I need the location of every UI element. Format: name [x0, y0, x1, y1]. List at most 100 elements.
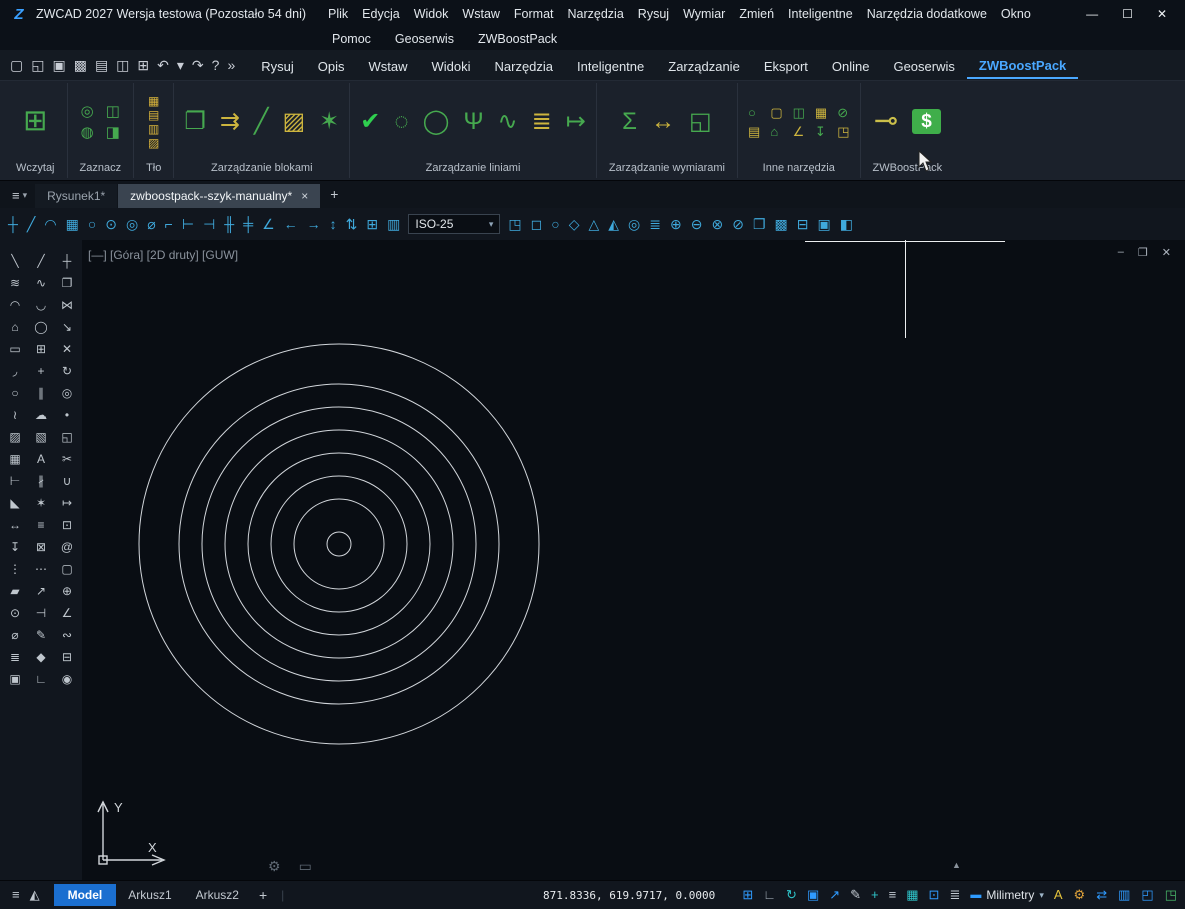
slice-icon[interactable]: ⊘ [732, 216, 744, 233]
settings-gear-icon[interactable]: ⚙ [1074, 887, 1086, 903]
multiline-tool-icon[interactable]: ≋ [2, 272, 28, 294]
print-icon[interactable]: ▤ [95, 57, 108, 74]
close-tab-icon[interactable]: × [301, 189, 308, 203]
dynamic-ucs-toggle[interactable]: ↗ [829, 887, 840, 903]
drawing-tabs-menu[interactable]: ≡▾ [4, 188, 35, 208]
polygon-tool-icon[interactable]: ⌂ [2, 316, 28, 338]
dim-angular-tool-icon[interactable]: ∠ [54, 602, 80, 624]
view-cube-icon[interactable]: ◳ [508, 216, 521, 233]
erase-tool-icon[interactable]: ✕ [54, 338, 80, 360]
annotation-autoscale-icon[interactable]: A [1054, 887, 1063, 903]
ribbon-tab-widoki[interactable]: Widoki [419, 53, 482, 78]
point-tool-icon[interactable]: • [54, 404, 80, 426]
strike-tool-icon[interactable]: ⊘ [837, 106, 849, 119]
trim-tool-icon[interactable]: ✂ [54, 448, 80, 470]
minimize-button[interactable]: — [1086, 7, 1098, 21]
model-tab[interactable]: Model [54, 884, 117, 906]
fillet-tool-icon[interactable]: ◞ [2, 360, 28, 382]
menu-pomoc[interactable]: Pomoc [332, 32, 371, 46]
circle-center-icon[interactable]: ○ [88, 216, 96, 232]
move-tool-icon[interactable]: + [28, 360, 54, 382]
print-preview-icon[interactable]: ◫ [116, 57, 129, 74]
pricing-icon[interactable]: $ [912, 109, 941, 134]
corner-dimension-icon[interactable]: ◱ [689, 110, 712, 134]
viewport-settings-gear-icon[interactable]: ⚙ [268, 858, 281, 875]
ellipse-tool-icon[interactable]: ◯ [28, 316, 54, 338]
stretch-tool-icon[interactable]: ↔ [2, 514, 28, 536]
undo-history-caret-icon[interactable]: ▾ [177, 57, 184, 74]
menu-rysuj[interactable]: Rysuj [638, 7, 669, 21]
rectangle-tool-icon[interactable]: ▭ [2, 338, 28, 360]
select-by-layer-icon[interactable]: ◨ [106, 125, 120, 140]
dim-baseline-icon[interactable]: ⊢ [182, 216, 194, 233]
view-box-icon[interactable]: ◻ [531, 216, 543, 233]
ribbon-tab-inteligentne[interactable]: Inteligentne [565, 53, 656, 78]
hatch-tool-icon[interactable]: ▨ [2, 426, 28, 448]
chamfer-tool-icon[interactable]: ◣ [2, 492, 28, 514]
array-tool-icon[interactable]: ⊞ [28, 338, 54, 360]
dashed-rect-icon[interactable]: ◌ [394, 110, 408, 134]
layout-preview-icon[interactable]: ◭ [30, 887, 40, 903]
extend-tool-icon[interactable]: ⊢ [2, 470, 28, 492]
dimension-arrows-icon[interactable]: ↔ [651, 110, 675, 134]
small-circle-tool-icon[interactable]: ○ [748, 106, 760, 119]
dim-swap-icon[interactable]: ⇅ [346, 216, 358, 233]
sheet-set-icon[interactable]: ◧ [840, 216, 853, 233]
xref-attach-icon[interactable]: ❐ [753, 216, 766, 233]
block-tool-icon[interactable]: ⊡ [54, 514, 80, 536]
status-options-icon[interactable]: ▥ [1118, 887, 1130, 903]
add-layout-button[interactable]: + [251, 887, 275, 903]
drawing-tabs-menu-icon[interactable]: ≡ [12, 188, 20, 203]
line-tool-icon[interactable]: ╲ [2, 250, 28, 272]
select-by-color-icon[interactable]: ◍ [81, 125, 94, 140]
select-by-rect-icon[interactable]: ◫ [106, 104, 120, 119]
view-pyramid-icon[interactable]: ◭ [608, 216, 619, 233]
dim-linear-tool-icon[interactable]: ⊣ [28, 602, 54, 624]
menu-geoserwis[interactable]: Geoserwis [395, 32, 454, 46]
layout-tab-arkusz1[interactable]: Arkusz1 [116, 884, 183, 906]
viewport-toggle[interactable]: ▣ [807, 887, 819, 903]
menu-format[interactable]: Format [514, 7, 554, 21]
new-file-icon[interactable]: ▢ [10, 57, 23, 74]
entity-snap-icon[interactable]: ┼ [8, 216, 18, 232]
view-sphere-icon[interactable]: ○ [551, 216, 559, 232]
merge-vertical-lines-icon[interactable]: Ψ [463, 110, 483, 134]
stack-lines-icon[interactable]: ≣ [532, 110, 552, 134]
ribbon-tab-zwboostpack[interactable]: ZWBoostPack [967, 52, 1078, 79]
document-tab-zwboostpack-szyk-manualny[interactable]: zwboostpack--szyk-manualny*× [118, 184, 320, 208]
transparency-toggle[interactable]: ▦ [906, 887, 918, 903]
ribbon-tab-rysuj[interactable]: Rysuj [249, 53, 306, 78]
attribute-tool-icon[interactable]: @ [54, 536, 80, 558]
polyline-tool-icon[interactable]: ∿ [28, 272, 54, 294]
circle-tool-icon[interactable]: ○ [2, 382, 28, 404]
background-table-icon[interactable]: ▦ [148, 95, 159, 107]
edit-spline-tool-icon[interactable]: ∾ [54, 624, 80, 646]
view-spring-icon[interactable]: ≣ [649, 216, 661, 233]
arc-tool-icon[interactable]: ◠ [2, 294, 28, 316]
dim-continue-icon[interactable]: ⊣ [203, 216, 215, 233]
rotate-tool-icon[interactable]: ↻ [54, 360, 80, 382]
close-button[interactable]: ✕ [1157, 7, 1167, 21]
ribbon-tab-zarządzanie[interactable]: Zarządzanie [656, 53, 752, 78]
background-columns-icon[interactable]: ▥ [148, 123, 159, 135]
tolerance-tool-icon[interactable]: ⊕ [54, 580, 80, 602]
view-wedge-icon[interactable]: ◇ [569, 216, 580, 233]
break-tool-icon[interactable]: ∦ [28, 470, 54, 492]
drawing-canvas[interactable]: [—] [Góra] [2D druty] [GUW] –❐✕ Y X ⚙▭ ▲ [82, 240, 1185, 880]
table-tool-icon[interactable]: ▦ [2, 448, 28, 470]
sum-dimensions-icon[interactable]: Σ [622, 110, 637, 134]
split-view-tool-icon[interactable]: ◫ [793, 106, 805, 119]
divide-tool-icon[interactable]: ⋮ [2, 558, 28, 580]
construction-line-tool-icon[interactable]: ┼ [54, 250, 80, 272]
copy-block-icon[interactable]: ⇉ [220, 110, 240, 134]
help-icon[interactable]: ? [212, 57, 220, 74]
workspace-switch-icon[interactable]: ⇄ [1096, 887, 1107, 903]
menu-inteligentne[interactable]: Inteligentne [788, 7, 853, 21]
annotation-monitor-toggle[interactable]: ≣ [949, 887, 960, 903]
verify-lines-icon[interactable]: ✔ [360, 110, 380, 134]
viewport-panel-icon[interactable]: ▭ [299, 858, 312, 875]
save-icon[interactable]: ▣ [52, 57, 65, 74]
named-view-tool-icon[interactable]: ◉ [54, 668, 80, 690]
menu-narzędzia-dodatkowe[interactable]: Narzędzia dodatkowe [867, 7, 987, 21]
angle-tool-icon[interactable]: ∠ [793, 125, 805, 138]
